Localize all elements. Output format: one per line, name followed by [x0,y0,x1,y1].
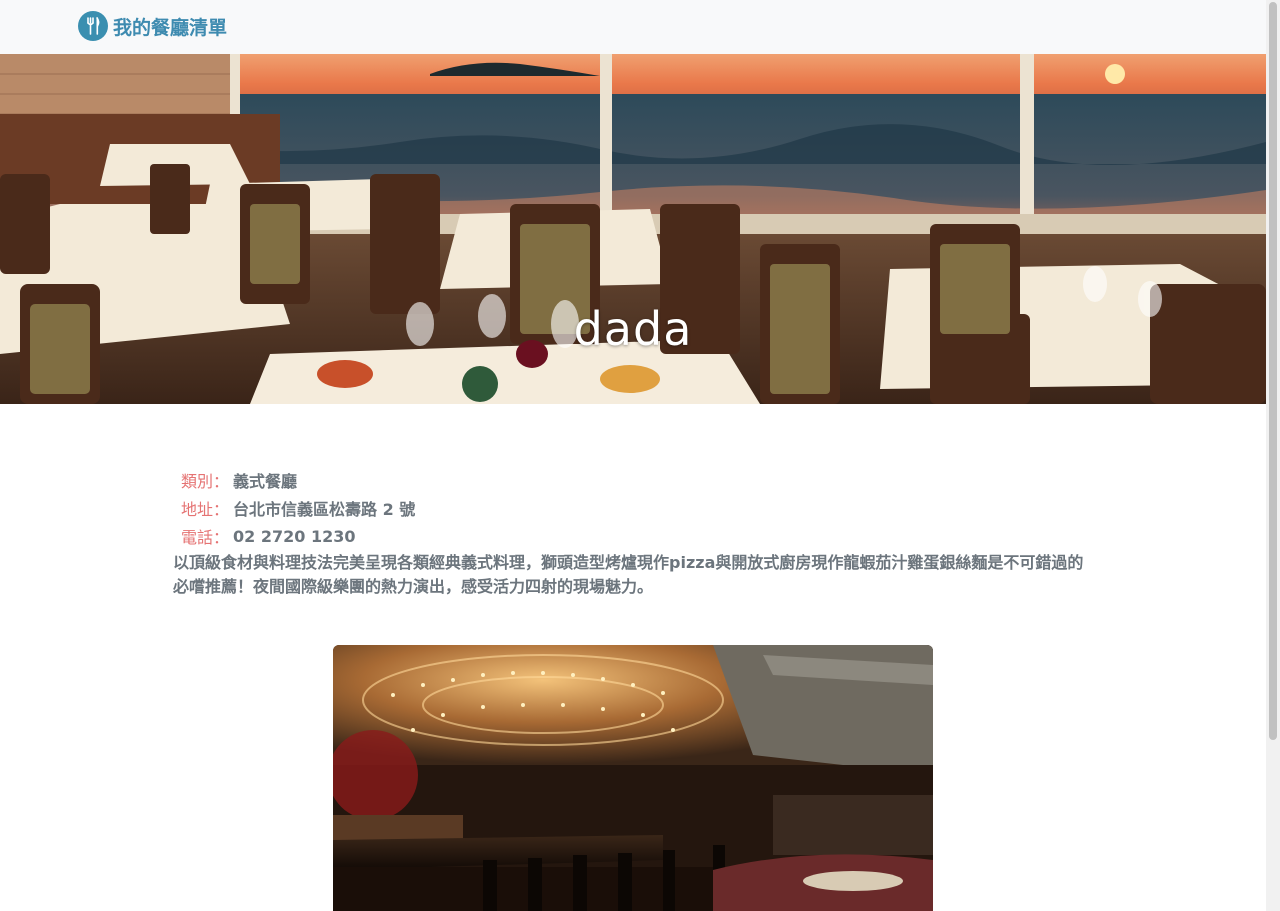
brand-title: 我的餐廳清單 [113,16,228,39]
category-label: 類別： [181,472,230,491]
phone-value: 02 2720 1230 [233,526,356,546]
interior-image [333,645,933,911]
restaurant-banner: dada [0,54,1266,404]
category-value: 義式餐廳 [233,472,298,491]
phone-row: 電話： 02 2720 1230 [173,522,1103,550]
scrollbar-thumb[interactable] [1269,2,1277,740]
restaurant-description: 以頂級食材與料理技法完美呈現各類經典義式料理，獅頭造型烤爐現作pizza與開放式… [173,553,1084,596]
restaurant-photo [333,645,933,911]
address-label: 地址： [181,500,230,519]
restaurant-info: 類別： 義式餐廳 地址： 台北市信義區松壽路 2 號 電話： 02 2720 1… [173,466,1103,599]
restaurant-name: dada [573,302,693,356]
address-value: 台北市信義區松壽路 2 號 [233,500,416,519]
page-scrollbar[interactable] [1266,0,1280,911]
category-row: 類別： 義式餐廳 [173,466,1103,494]
navbar: 我的餐廳清單 [0,0,1266,54]
address-row: 地址： 台北市信義區松壽路 2 號 [173,494,1103,522]
utensils-icon [78,11,108,41]
page: 我的餐廳清單 dada 類別： 義式餐廳 地址： 台北市信義區松壽路 2 號 電… [0,0,1280,911]
phone-label: 電話： [181,528,230,547]
brand-link[interactable]: 我的餐廳清單 [78,11,227,41]
